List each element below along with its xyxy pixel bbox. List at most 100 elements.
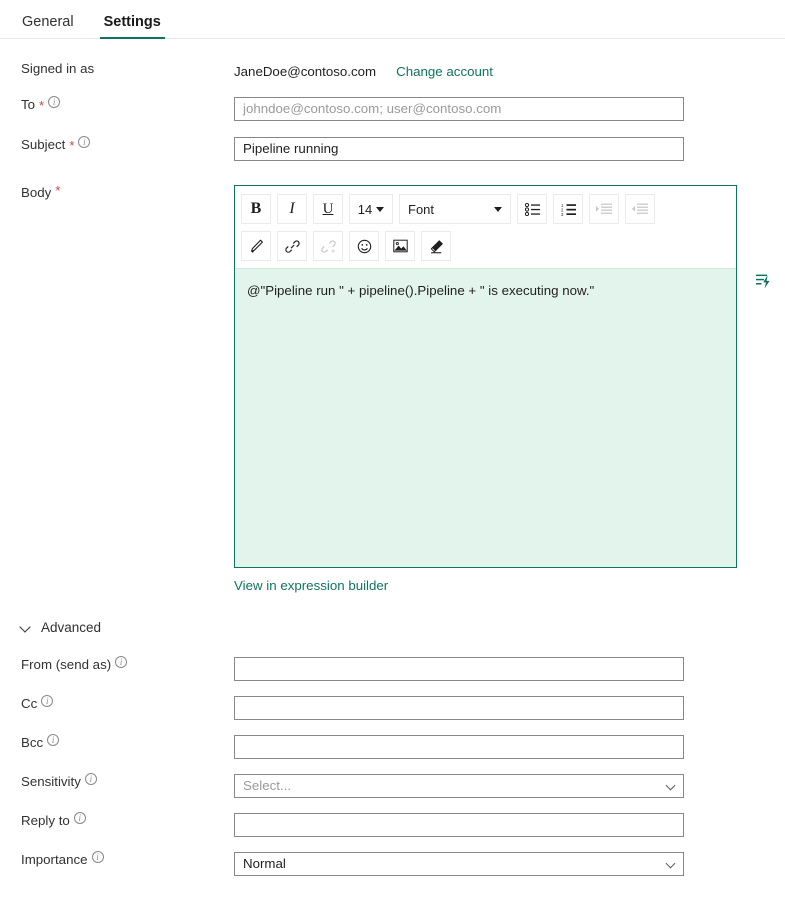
row-body: Body * B I U 14 Font 1 2 3 @"Pipeline ru… [0,183,785,595]
label-text: Importance [21,852,88,867]
tab-general[interactable]: General [20,14,76,39]
row-from-send-as: From (send as) [0,656,785,681]
label-body: Body * [0,183,234,201]
bulleted-list-icon[interactable] [517,194,547,224]
row-to: To * johndoe@contoso.com; user@contoso.c… [0,96,785,121]
advanced-label: Advanced [41,620,102,635]
row-cc: Cc [0,695,785,720]
label-text: Sensitivity [21,774,81,789]
reply-to-input[interactable] [234,813,684,837]
increase-indent-icon[interactable] [589,194,619,224]
svg-text:3: 3 [561,211,564,215]
numbered-list-icon[interactable]: 1 2 3 [553,194,583,224]
subject-controls: Pipeline running [234,137,785,161]
dynamic-content-lightning-icon[interactable] [751,267,779,295]
row-advanced-toggle: Advanced [0,620,785,635]
underline-button[interactable]: U [313,194,343,224]
reply-to-controls [234,813,785,837]
required-asterisk: * [39,98,45,113]
required-asterisk: * [55,183,61,198]
label-text: Reply to [21,813,70,828]
tab-strip: General Settings [0,0,785,39]
cc-controls [234,696,785,720]
chevron-down-icon [376,206,385,212]
label-reply-to: Reply to [0,812,234,829]
info-icon[interactable] [47,734,60,746]
label-text: Cc [21,696,38,711]
body-controls: B I U 14 Font 1 2 3 @"Pipeline run " + p… [234,185,785,595]
font-size-value: 14 [357,201,373,217]
cc-input[interactable] [234,696,684,720]
bold-button[interactable]: B [241,194,271,224]
info-icon[interactable] [48,96,61,108]
advanced-section-toggle[interactable]: Advanced [0,620,101,635]
chevron-down-icon [494,206,502,212]
label-text: Body [21,185,52,200]
italic-button[interactable]: I [277,194,307,224]
to-controls: johndoe@contoso.com; user@contoso.com [234,97,785,121]
info-icon[interactable] [115,656,128,668]
rich-text-editor: B I U 14 Font 1 2 3 @"Pipeline run " + p… [234,185,737,568]
signed-in-row: JaneDoe@contoso.com Change account [234,61,765,81]
label-cc: Cc [0,695,234,712]
sensitivity-dropdown[interactable]: Select... [234,774,684,798]
chevron-down-icon [21,622,32,633]
chevron-down-icon [667,781,677,791]
expression-builder-link-wrapper: View in expression builder [234,577,765,595]
row-reply-to: Reply to [0,812,785,837]
row-sensitivity: Sensitivity Select... [0,773,785,798]
view-in-expression-builder-link[interactable]: View in expression builder [234,578,388,593]
info-icon[interactable] [84,773,97,785]
decrease-indent-icon[interactable] [625,194,655,224]
from-send-as-input[interactable] [234,657,684,681]
label-text: Signed in as [21,61,95,76]
row-subject: Subject * Pipeline running [0,136,785,161]
info-icon[interactable] [41,695,54,707]
row-bcc: Bcc [0,734,785,759]
label-from-send-as: From (send as) [0,656,234,673]
eraser-icon[interactable] [421,231,451,261]
signed-in-controls: JaneDoe@contoso.com Change account [234,61,785,81]
row-signed-in-as: Signed in as JaneDoe@contoso.com Change … [0,61,785,81]
info-icon[interactable] [78,136,91,148]
row-importance: Importance Normal [0,851,785,876]
importance-controls: Normal [234,852,785,876]
image-icon[interactable] [385,231,415,261]
bcc-input[interactable] [234,735,684,759]
info-icon[interactable] [73,812,86,824]
font-size-selector[interactable]: 14 [349,194,393,224]
signed-in-account: JaneDoe@contoso.com [234,63,377,79]
tab-settings[interactable]: Settings [99,14,166,39]
change-account-link[interactable]: Change account [396,64,493,79]
toolbar-row-1: B I U 14 Font 1 2 3 [241,194,730,224]
subject-input[interactable]: Pipeline running [234,137,684,161]
label-bcc: Bcc [0,734,234,751]
sensitivity-controls: Select... [234,774,785,798]
importance-dropdown[interactable]: Normal [234,852,684,876]
info-icon[interactable] [91,851,104,863]
label-text: To [21,97,36,112]
bcc-controls [234,735,785,759]
body-text-area[interactable]: @"Pipeline run " + pipeline().Pipeline +… [235,269,736,567]
font-family-value: Font [408,201,435,217]
label-to: To * [0,96,234,113]
unlink-icon[interactable] [313,231,343,261]
label-sensitivity: Sensitivity [0,773,234,790]
label-text: From (send as) [21,657,112,672]
importance-value: Normal [243,856,286,871]
link-icon[interactable] [277,231,307,261]
highlighter-pen-icon[interactable] [241,231,271,261]
sensitivity-value: Select... [243,778,292,793]
font-family-selector[interactable]: Font [399,194,511,224]
settings-form: Signed in as JaneDoe@contoso.com Change … [0,61,785,876]
toolbar-row-2 [241,231,730,261]
label-text: Bcc [21,735,44,750]
label-importance: Importance [0,851,234,868]
chevron-down-icon [667,859,677,869]
label-text: Subject [21,137,66,152]
to-input[interactable]: johndoe@contoso.com; user@contoso.com [234,97,684,121]
emoji-icon[interactable] [349,231,379,261]
body-editor-wrapper: B I U 14 Font 1 2 3 @"Pipeline run " + p… [234,185,770,568]
from-send-as-controls [234,657,785,681]
required-asterisk: * [69,138,75,153]
